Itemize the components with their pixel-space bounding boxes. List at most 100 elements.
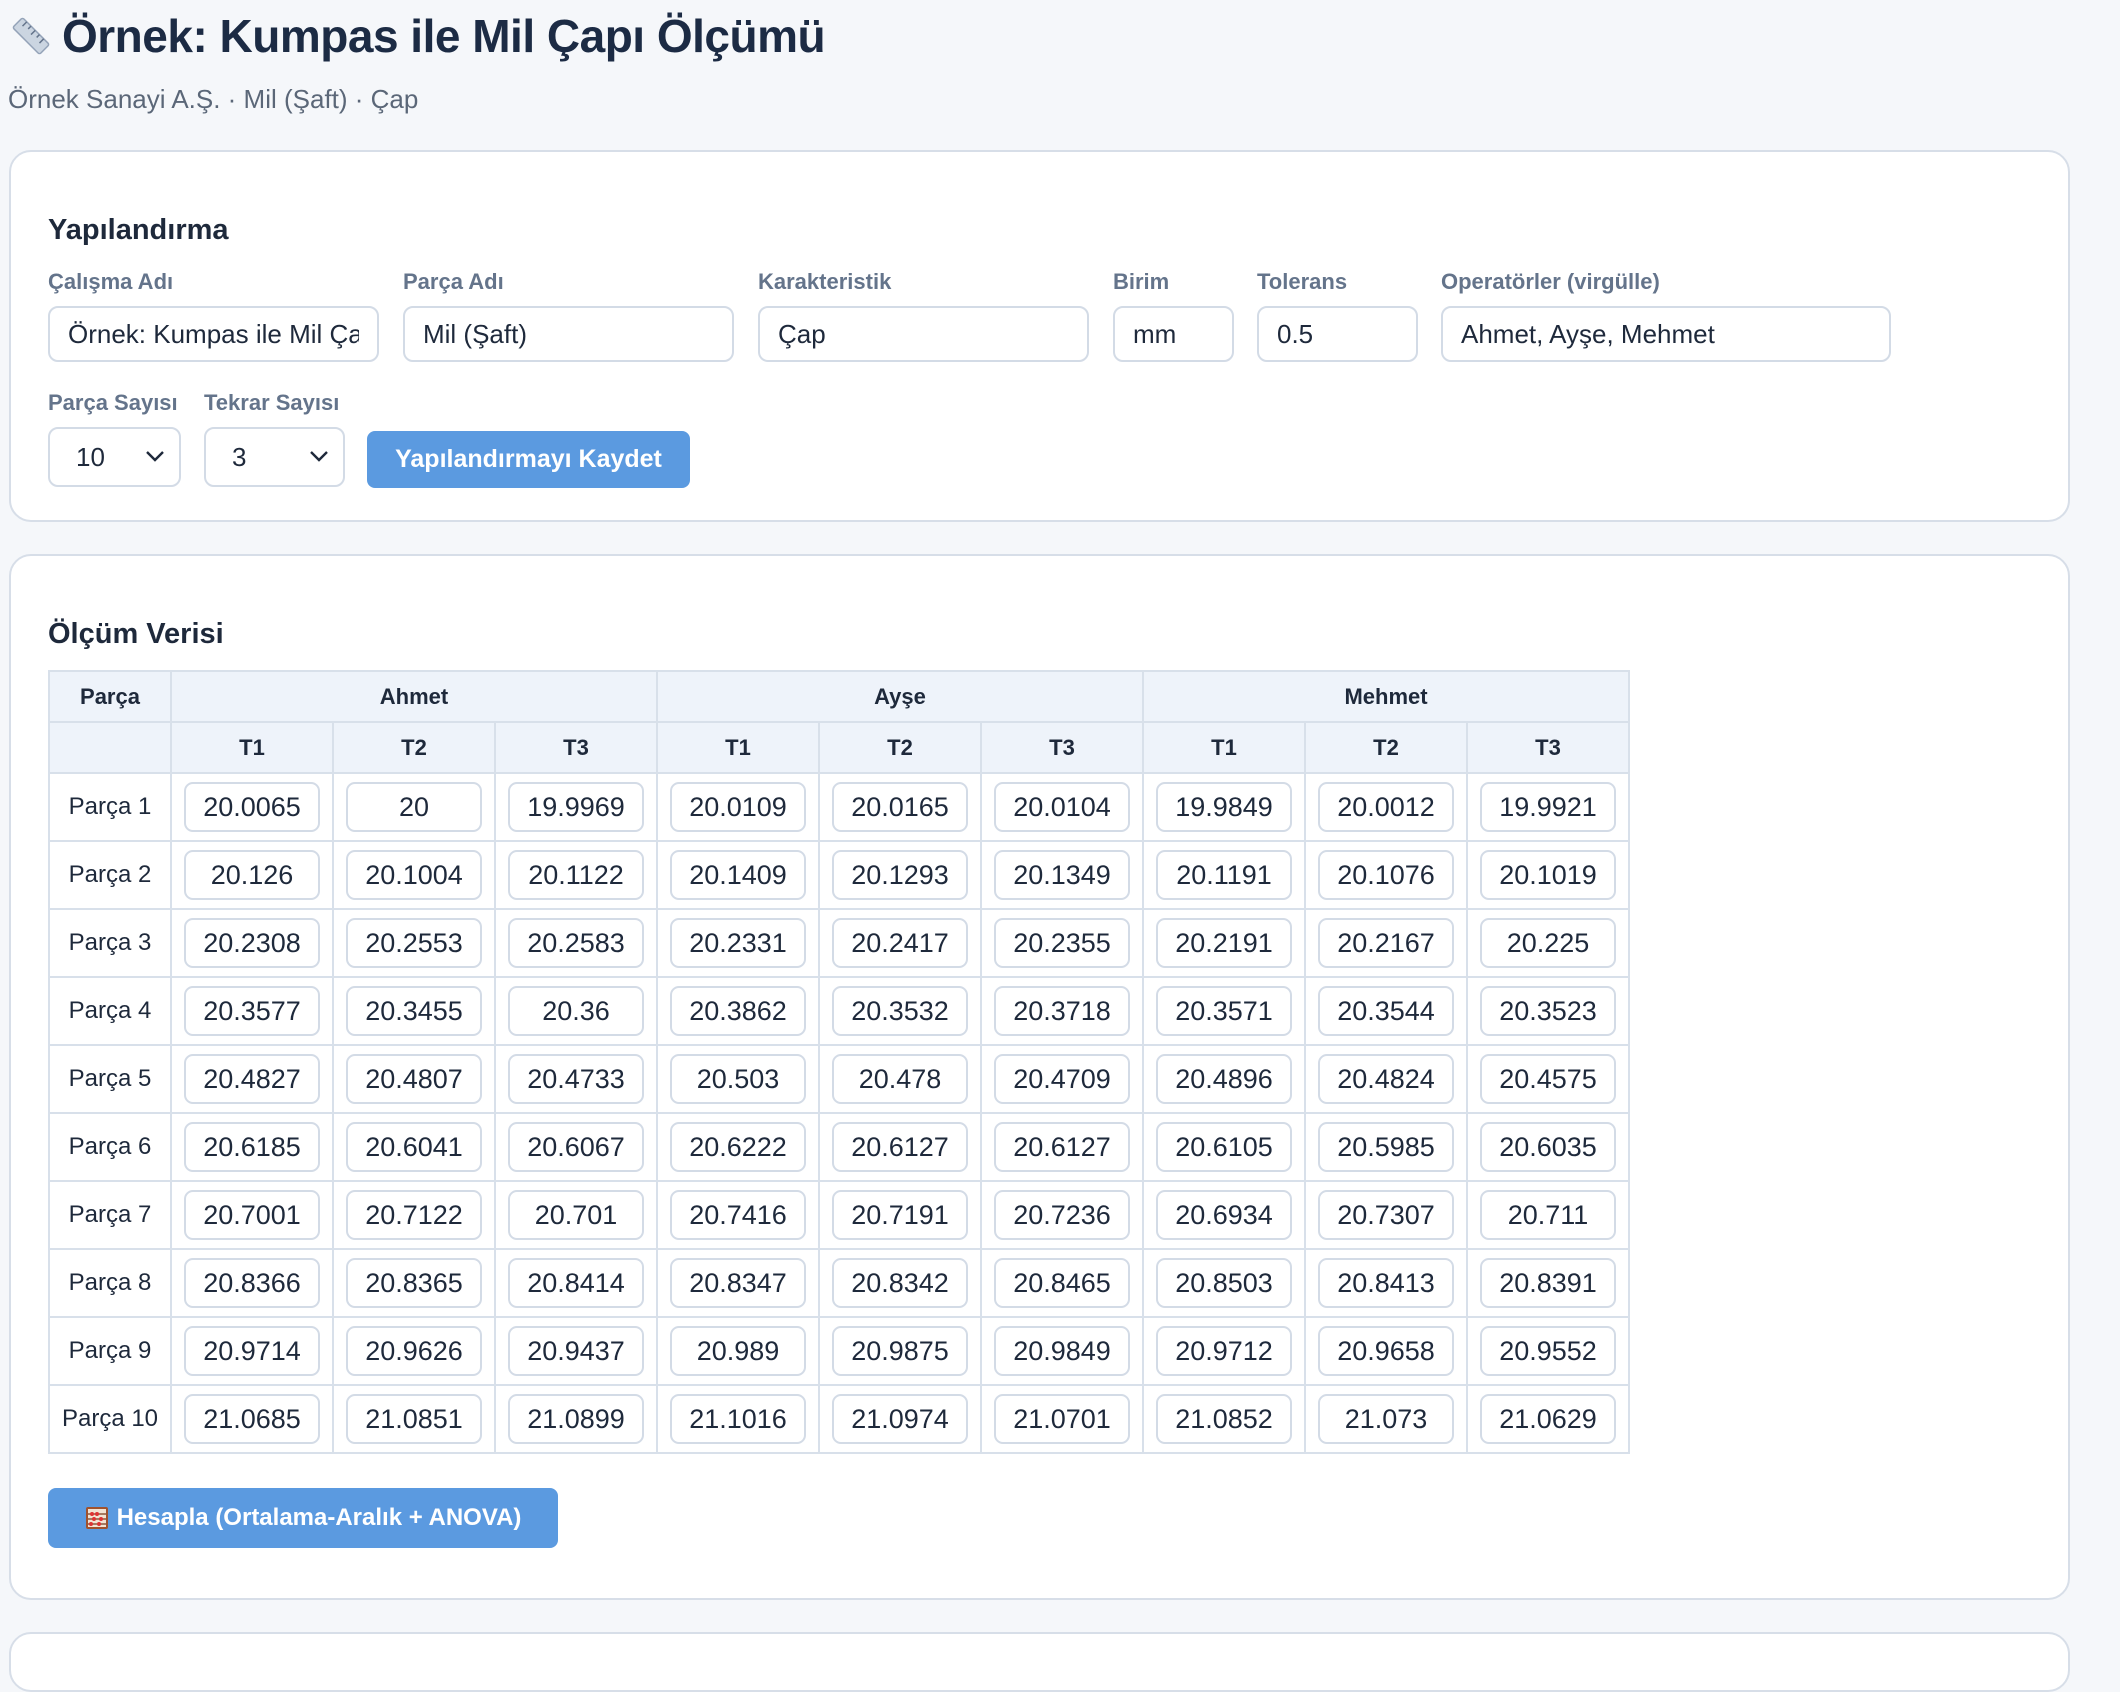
- measurement-input[interactable]: [1480, 850, 1616, 900]
- measurement-input[interactable]: [670, 986, 806, 1036]
- measurement-input[interactable]: [346, 850, 482, 900]
- measurement-input[interactable]: [994, 1190, 1130, 1240]
- measurement-input[interactable]: [184, 1122, 320, 1172]
- measurement-input[interactable]: [508, 986, 644, 1036]
- measurement-input[interactable]: [508, 1326, 644, 1376]
- measurement-input[interactable]: [994, 918, 1130, 968]
- measurement-input[interactable]: [346, 986, 482, 1036]
- measurement-input[interactable]: [508, 850, 644, 900]
- measurement-input[interactable]: [994, 1258, 1130, 1308]
- measurement-input[interactable]: [346, 918, 482, 968]
- measurement-input[interactable]: [832, 918, 968, 968]
- measurement-input[interactable]: [346, 1326, 482, 1376]
- measurement-input[interactable]: [1156, 918, 1292, 968]
- measurement-input[interactable]: [832, 1190, 968, 1240]
- characteristic-input[interactable]: [758, 306, 1089, 362]
- measurement-input[interactable]: [184, 1258, 320, 1308]
- operators-input[interactable]: [1441, 306, 1891, 362]
- measurement-input[interactable]: [1480, 918, 1616, 968]
- measurement-input[interactable]: [1156, 1190, 1292, 1240]
- measurement-input[interactable]: [346, 782, 482, 832]
- measurement-input[interactable]: [670, 1054, 806, 1104]
- measurement-input[interactable]: [184, 1190, 320, 1240]
- measurement-input[interactable]: [1156, 1394, 1292, 1444]
- measurement-input[interactable]: [832, 986, 968, 1036]
- measurement-input[interactable]: [670, 1190, 806, 1240]
- measurement-input[interactable]: [832, 1122, 968, 1172]
- measurement-input[interactable]: [1156, 1054, 1292, 1104]
- measurement-input[interactable]: [508, 782, 644, 832]
- save-config-button[interactable]: Yapılandırmayı Kaydet: [367, 431, 690, 488]
- measurement-input[interactable]: [1318, 1326, 1454, 1376]
- measurement-input[interactable]: [184, 1054, 320, 1104]
- trial-count-select[interactable]: 3: [204, 427, 345, 487]
- measurement-input[interactable]: [184, 782, 320, 832]
- measurement-input[interactable]: [994, 1054, 1130, 1104]
- measurement-input[interactable]: [994, 1122, 1130, 1172]
- measurement-input[interactable]: [346, 1394, 482, 1444]
- measurement-input[interactable]: [832, 782, 968, 832]
- measurement-input[interactable]: [346, 1258, 482, 1308]
- measurement-input[interactable]: [508, 918, 644, 968]
- measurement-input[interactable]: [670, 918, 806, 968]
- measurement-input[interactable]: [1318, 1258, 1454, 1308]
- measurement-input[interactable]: [1156, 1326, 1292, 1376]
- measurement-input[interactable]: [1156, 850, 1292, 900]
- measurement-input[interactable]: [346, 1054, 482, 1104]
- measurement-input[interactable]: [670, 1122, 806, 1172]
- measurement-input[interactable]: [1318, 1190, 1454, 1240]
- measurement-input[interactable]: [832, 850, 968, 900]
- tolerance-input[interactable]: [1257, 306, 1418, 362]
- measurement-input[interactable]: [1156, 986, 1292, 1036]
- measurement-input[interactable]: [1156, 782, 1292, 832]
- measurement-input[interactable]: [1318, 1054, 1454, 1104]
- measurement-input[interactable]: [1156, 1122, 1292, 1172]
- measurement-input[interactable]: [1318, 986, 1454, 1036]
- measurement-input[interactable]: [346, 1122, 482, 1172]
- measurement-input[interactable]: [1318, 850, 1454, 900]
- measurement-input[interactable]: [1480, 1258, 1616, 1308]
- measurement-input[interactable]: [184, 850, 320, 900]
- measurement-input[interactable]: [832, 1394, 968, 1444]
- measurement-input[interactable]: [508, 1394, 644, 1444]
- measurement-input[interactable]: [184, 1326, 320, 1376]
- measurement-input[interactable]: [1480, 782, 1616, 832]
- measurement-input[interactable]: [508, 1122, 644, 1172]
- measurement-input[interactable]: [994, 986, 1130, 1036]
- study-name-input[interactable]: [48, 306, 379, 362]
- measurement-input[interactable]: [994, 1394, 1130, 1444]
- measurement-input[interactable]: [994, 1326, 1130, 1376]
- measurement-input[interactable]: [1480, 1394, 1616, 1444]
- measurement-input[interactable]: [184, 1394, 320, 1444]
- measurement-input[interactable]: [1318, 782, 1454, 832]
- measurement-input[interactable]: [832, 1054, 968, 1104]
- part-count-select[interactable]: 10: [48, 427, 181, 487]
- measurement-input[interactable]: [184, 918, 320, 968]
- measurement-input[interactable]: [1156, 1258, 1292, 1308]
- measurement-input[interactable]: [670, 782, 806, 832]
- measurement-input[interactable]: [1318, 1394, 1454, 1444]
- measurement-input[interactable]: [994, 850, 1130, 900]
- measurement-input[interactable]: [1480, 1122, 1616, 1172]
- measurement-input[interactable]: [670, 1258, 806, 1308]
- part-name-input[interactable]: [403, 306, 734, 362]
- measurement-input[interactable]: [1480, 986, 1616, 1036]
- measurement-input[interactable]: [670, 1394, 806, 1444]
- unit-input[interactable]: [1113, 306, 1234, 362]
- measurement-input[interactable]: [1480, 1326, 1616, 1376]
- measurement-input[interactable]: [994, 782, 1130, 832]
- measurement-input[interactable]: [508, 1054, 644, 1104]
- measurement-input[interactable]: [1480, 1190, 1616, 1240]
- measurement-input[interactable]: [1480, 1054, 1616, 1104]
- measurement-input[interactable]: [670, 850, 806, 900]
- measurement-input[interactable]: [508, 1258, 644, 1308]
- compute-button[interactable]: Hesapla (Ortalama-Aralık + ANOVA): [48, 1488, 558, 1548]
- measurement-input[interactable]: [832, 1258, 968, 1308]
- measurement-input[interactable]: [184, 986, 320, 1036]
- measurement-input[interactable]: [1318, 918, 1454, 968]
- measurement-input[interactable]: [508, 1190, 644, 1240]
- measurement-input[interactable]: [670, 1326, 806, 1376]
- measurement-input[interactable]: [832, 1326, 968, 1376]
- measurement-input[interactable]: [346, 1190, 482, 1240]
- measurement-input[interactable]: [1318, 1122, 1454, 1172]
